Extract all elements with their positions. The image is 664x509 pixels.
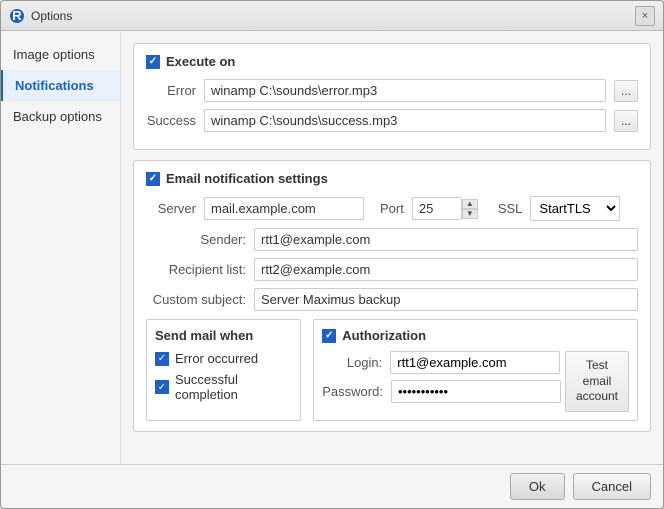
password-row: Password: (322, 380, 561, 403)
error-browse-button[interactable]: ... (614, 80, 638, 102)
success-row: Success ... (146, 109, 638, 132)
login-row: Login: (322, 351, 561, 374)
auth-checkbox[interactable] (322, 329, 336, 343)
server-row: Server Port ▲ ▼ SSL None SSL Star (146, 196, 638, 221)
custom-subject-input[interactable] (254, 288, 638, 311)
bottom-cols: Send mail when Error occurred Successful… (146, 319, 638, 421)
send-mail-header: Send mail when (155, 328, 292, 343)
title-bar-left: R Options (9, 8, 72, 24)
sender-input[interactable] (254, 228, 638, 251)
ssl-label: SSL (498, 201, 523, 216)
bottom-bar: Ok Cancel (1, 464, 663, 508)
test-email-button[interactable]: Test email account (565, 351, 629, 412)
send-mail-col: Send mail when Error occurred Successful… (146, 319, 301, 421)
success-input[interactable] (204, 109, 606, 132)
svg-text:R: R (12, 8, 22, 23)
execute-on-header: Execute on (146, 54, 638, 69)
login-input[interactable] (390, 351, 560, 374)
error-occurred-checkbox[interactable] (155, 352, 169, 366)
custom-subject-label: Custom subject: (146, 292, 246, 307)
port-input[interactable] (412, 197, 462, 220)
close-button[interactable]: × (635, 6, 655, 26)
error-occurred-label: Error occurred (175, 351, 258, 366)
error-label: Error (146, 83, 196, 98)
successful-completion-checkbox[interactable] (155, 380, 169, 394)
recipient-row: Recipient list: (146, 258, 638, 281)
auth-inputs: Login: Password: (322, 351, 561, 409)
port-group: ▲ ▼ (412, 197, 478, 220)
execute-on-checkbox[interactable] (146, 55, 160, 69)
content-area: Execute on Error ... Success ... Email n… (121, 31, 663, 464)
successful-completion-row: Successful completion (155, 372, 292, 402)
login-label: Login: (322, 355, 382, 370)
custom-subject-row: Custom subject: (146, 288, 638, 311)
sidebar-item-backup-options[interactable]: Backup options (1, 101, 120, 132)
password-label: Password: (322, 384, 383, 399)
authorization-col: Authorization Login: Password: (313, 319, 638, 421)
port-down-button[interactable]: ▼ (462, 209, 478, 219)
recipient-label: Recipient list: (146, 262, 246, 277)
app-icon: R (9, 8, 25, 24)
error-row: Error ... (146, 79, 638, 102)
auth-title: Authorization (342, 328, 426, 343)
email-settings-section: Email notification settings Server Port … (133, 160, 651, 432)
execute-on-section: Execute on Error ... Success ... (133, 43, 651, 150)
success-browse-button[interactable]: ... (614, 110, 638, 132)
title-bar: R Options × (1, 1, 663, 31)
sender-row: Sender: (146, 228, 638, 251)
successful-completion-label: Successful completion (175, 372, 292, 402)
ssl-select[interactable]: None SSL StartTLS (530, 196, 620, 221)
auth-fields: Login: Password: Test email account (322, 351, 629, 412)
email-settings-header: Email notification settings (146, 171, 638, 186)
auth-header: Authorization (322, 328, 629, 343)
ok-button[interactable]: Ok (510, 473, 565, 500)
port-up-button[interactable]: ▲ (462, 199, 478, 209)
password-input[interactable] (391, 380, 561, 403)
recipient-input[interactable] (254, 258, 638, 281)
server-label: Server (146, 201, 196, 216)
port-label: Port (380, 201, 404, 216)
server-input[interactable] (204, 197, 364, 220)
sender-label: Sender: (146, 232, 246, 247)
cancel-button[interactable]: Cancel (573, 473, 651, 500)
send-mail-title: Send mail when (155, 328, 253, 343)
sidebar: Image options Notifications Backup optio… (1, 31, 121, 464)
execute-on-title: Execute on (166, 54, 235, 69)
email-settings-title: Email notification settings (166, 171, 328, 186)
error-occurred-row: Error occurred (155, 351, 292, 366)
main-content: Image options Notifications Backup optio… (1, 31, 663, 464)
success-label: Success (146, 113, 196, 128)
port-spinner: ▲ ▼ (462, 199, 478, 219)
options-dialog: R Options × Image options Notifications … (0, 0, 664, 509)
sidebar-item-image-options[interactable]: Image options (1, 39, 120, 70)
error-input[interactable] (204, 79, 606, 102)
email-settings-checkbox[interactable] (146, 172, 160, 186)
sidebar-item-notifications[interactable]: Notifications (1, 70, 120, 101)
dialog-title: Options (31, 9, 72, 23)
